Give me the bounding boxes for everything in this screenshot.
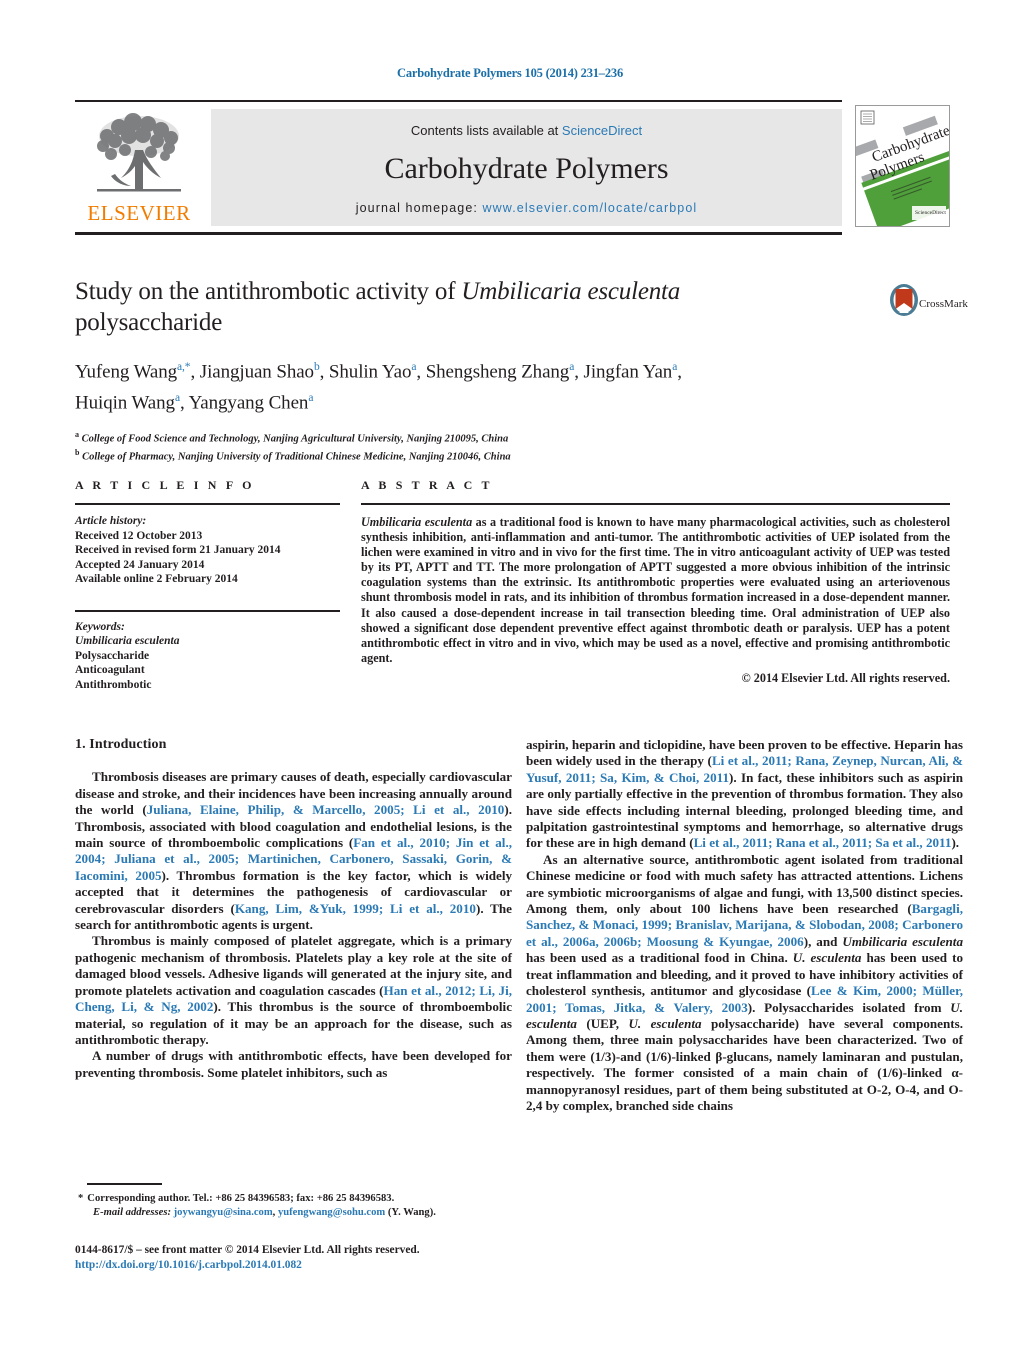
paragraph: aspirin, heparin and ticlopidine, have b… [526,737,964,851]
keyword-item: Polysaccharide [75,649,150,662]
author-affil-marker: a [411,361,417,373]
article-history-label: Article history: [75,515,147,527]
affiliation-text: College of Food Science and Technology, … [81,433,509,445]
keyword-item: Umbilicaria esculenta [75,635,180,647]
history-item: Received in revised form 21 January 2014 [75,544,281,556]
paragraph: As an alternative source, antithrombotic… [526,851,964,1113]
affiliation-item: b College of Pharmacy, Nanjing Universit… [75,446,875,465]
journal-title: Carbohydrate Polymers [384,152,669,185]
author-name[interactable]: Shengsheng Zhang [426,361,570,382]
issn-copyright-line: 0144-8617/$ – see front matter © 2014 El… [75,1244,420,1256]
author-affil-marker: a,* [177,361,191,373]
author-name[interactable]: Huiqin Wang [75,393,175,414]
colophon: 0144-8617/$ – see front matter © 2014 El… [75,1243,535,1273]
paragraph: Thrombosis diseases are primary causes o… [75,769,513,933]
footnote-rule [87,1183,162,1185]
affiliation-item: a College of Food Science and Technology… [75,428,875,447]
email-link[interactable]: yufengwang@sohu.com [278,1207,385,1218]
keywords-rule [75,609,340,612]
article-info-rule [75,503,340,505]
corresponding-author-note: * Corresponding author. Tel.: +86 25 8439… [78,1192,518,1206]
email-label: E-mail addresses: [93,1206,171,1218]
contents-prefix: Contents lists available at [410,123,562,138]
masthead-top-rule [75,100,842,102]
abstract-lead-species: Umbilicaria esculenta [361,515,473,529]
abstract-body: as a traditional food is known to have m… [361,515,950,665]
corresponding-author-text: Corresponding author. Tel.: +86 25 84396… [87,1193,395,1204]
author-name[interactable]: Yufeng Wang [75,361,177,382]
keywords-label: Keywords: [75,620,125,633]
article-history: Article history: Received 12 October 201… [75,514,340,587]
keywords-block: Keywords: Umbilicaria esculenta Polysacc… [75,609,340,693]
keywords-list: Keywords: Umbilicaria esculenta Polysacc… [75,620,340,693]
author-affil-marker: a [174,392,180,405]
email-note: E-mail addresses: joywangyu@sina.com, yu… [93,1206,436,1218]
article-info-panel: A R T I C L E I N F O Article history: R… [75,478,340,692]
affiliation-text: College of Pharmacy, Nanjing University … [82,451,511,463]
doi-link[interactable]: http://dx.doi.org/10.1016/j.carbpol.2014… [75,1258,535,1273]
author-list: Yufeng Wanga,*, Jiangjuan Shaob, Shulin … [75,361,682,414]
svg-text:ScienceDirect: ScienceDirect [915,210,946,216]
author-name[interactable]: Shulin Yao [329,361,412,382]
affiliation-marker: b [75,448,80,458]
keyword-item: Antithrombotic [75,678,152,691]
abstract-panel: A B S T R A C T Umbilicaria esculenta as… [361,478,950,686]
elsevier-tree-icon [97,113,181,192]
history-item: Available online 2 February 2014 [75,573,238,585]
author-affil-marker: a [569,361,575,373]
history-item: Received 12 October 2013 [75,529,203,542]
paper-page: Carbohydrate Polymers 105 (2014) 231–236 [0,0,1020,1351]
section-heading-introduction: 1. Introduction [75,737,167,752]
elsevier-wordmark: ELSEVIER [87,201,191,225]
footnote-star-marker: * [78,1193,84,1204]
abstract-text: Umbilicaria esculenta as a traditional f… [361,515,950,666]
author-affil-marker: b [313,361,320,373]
email-link[interactable]: joywangyu@sina.com [174,1207,273,1218]
abstract-rule [361,503,950,505]
title-text-part2: polysaccharide [75,309,223,336]
journal-cover-image: Carbohydrate Polymers ScienceDirect [855,105,950,227]
author-affil-marker: a [672,361,678,373]
cover-artwork-icon: Carbohydrate Polymers ScienceDirect [856,106,949,226]
affiliations: a College of Food Science and Technology… [75,428,875,465]
journal-homepage-line: journal homepage: www.elsevier.com/locat… [211,201,842,215]
sciencedirect-link[interactable]: ScienceDirect [562,123,642,138]
homepage-prefix: journal homepage: [355,201,483,215]
footnote-block: * Corresponding author. Tel.: +86 25 8439… [78,1192,518,1219]
keyword-item: Anticoagulant [75,664,145,676]
abstract-heading: A B S T R A C T [361,478,493,492]
page-title: Study on the antithrombotic activity of … [75,276,875,338]
author-name[interactable]: Jingfan Yan [584,361,673,382]
body-column-left: 1. Introduction Thrombosis diseases are … [75,737,512,1081]
masthead-bottom-rule [75,232,842,235]
author-affil-marker: a [308,392,314,405]
author-name[interactable]: Jiangjuan Shao [200,361,314,382]
paragraph: A number of drugs with antithrombotic ef… [75,1048,512,1080]
paragraph: Thrombus is mainly composed of platelet … [75,933,513,1047]
author-name[interactable]: Yangyang Chen [189,393,309,414]
homepage-url-link[interactable]: www.elsevier.com/locate/carbpol [483,201,698,215]
title-text-part1: Study on the antithrombotic activity of [75,278,462,305]
affiliation-marker: a [75,429,79,439]
crossmark-badge[interactable]: CrossMark [889,283,968,333]
crossmark-label: CrossMark [919,298,968,310]
title-species-name: Umbilicaria esculenta [461,278,681,305]
journal-banner: Contents lists available at ScienceDirec… [211,109,842,226]
journal-masthead: ELSEVIER Contents lists available at Sci… [75,100,950,235]
article-info-heading: A R T I C L E I N F O [75,478,255,492]
elsevier-logo: ELSEVIER [79,110,199,228]
contents-lists-line: Contents lists available at ScienceDirec… [211,123,842,138]
body-column-right: aspirin, heparin and ticlopidine, have b… [526,737,963,1114]
abstract-copyright: © 2014 Elsevier Ltd. All rights reserved… [741,670,950,685]
running-head: Carbohydrate Polymers 105 (2014) 231–236 [397,66,623,80]
crossmark-icon [890,284,918,316]
history-item: Accepted 24 January 2014 [75,558,205,571]
title-block: Study on the antithrombotic activity of … [75,276,875,465]
email-attribution: (Y. Wang). [387,1206,436,1218]
